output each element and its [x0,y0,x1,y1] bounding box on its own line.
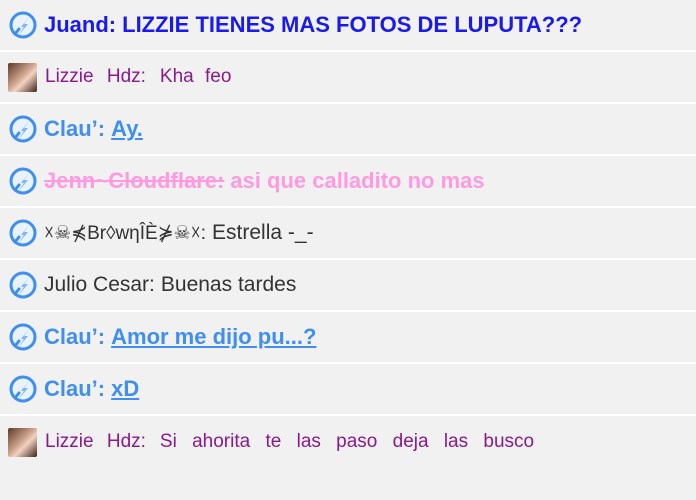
sender-name: Clau’: [44,116,106,141]
message-link[interactable]: Amor me dijo pu...? [111,324,316,350]
sender-name: Juand: [44,12,117,37]
sender-name: Lizzie Hdz: [45,431,146,452]
message-text: Kha feo [159,66,232,87]
chat-bubble-icon [8,270,38,300]
chat-bubble-icon [8,114,38,144]
sender-name: Clau’: [44,324,106,349]
chat-message: Jenn~Cloudflare: asi que calladito no ma… [0,156,696,208]
chat-bubble-icon [8,166,38,196]
message-link[interactable]: Ay. [111,116,143,142]
chat-bubble-icon [8,218,38,248]
chat-message: Clau’: Amor me dijo pu...? [0,312,696,364]
chat-message: Juand: LIZZIE TIENES MAS FOTOS DE LUPUTA… [0,0,696,52]
sender-name: Clau’: [44,376,106,401]
user-avatar [8,62,37,92]
chat-message: Clau’: xD [0,364,696,416]
user-avatar [8,427,37,457]
chat-log: Juand: LIZZIE TIENES MAS FOTOS DE LUPUTA… [0,0,696,500]
message-text: asi que calladito no mas [230,168,485,193]
sender-name: ☓☠⋠Br◊wηÎÈ⋡☠☓: [44,222,207,244]
sender-name: Lizzie Hdz: [45,66,146,87]
chat-message: Lizzie Hdz: Si ahorita te las paso deja … [0,416,696,468]
chat-bubble-icon [8,374,38,404]
sender-name: Jenn~Cloudflare: [44,168,225,193]
chat-message: ☓☠⋠Br◊wηÎÈ⋡☠☓: Estrella -_- [0,208,696,260]
message-text: Estrella -_- [212,221,314,244]
message-text: Buenas tardes [160,273,297,296]
sender-name: Julio Cesar: [44,273,155,296]
chat-message: Julio Cesar: Buenas tardes [0,260,696,312]
message-link[interactable]: xD [111,376,139,402]
chat-message: Clau’: Ay. [0,104,696,156]
chat-bubble-icon [8,322,38,352]
chat-message: Lizzie Hdz: Kha feo [0,52,696,104]
message-text: Si ahorita te las paso deja las busco [159,431,535,452]
chat-bubble-icon [8,10,38,40]
message-text: LIZZIE TIENES MAS FOTOS DE LUPUTA??? [122,12,583,37]
